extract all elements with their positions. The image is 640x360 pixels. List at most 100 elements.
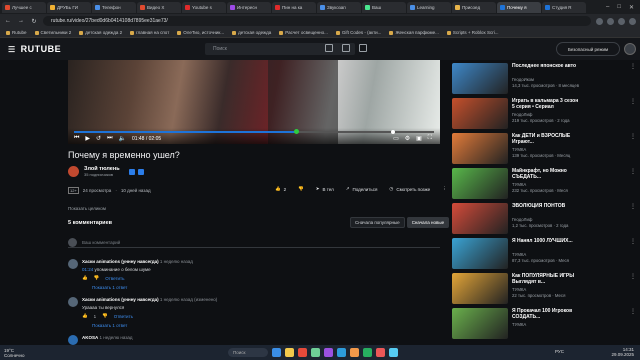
bookmark-item[interactable]: детская одежда 2: [79, 30, 122, 35]
taskbar-app-icon[interactable]: [337, 348, 346, 357]
recommendation-title[interactable]: ЭВОЛЮЦИЯ ПОНТОВ: [512, 203, 582, 209]
maximize-icon[interactable]: □: [617, 4, 621, 11]
taskbar-search[interactable]: Поиск: [228, 348, 268, 357]
browser-tab[interactable]: Видео Х: [137, 1, 181, 13]
subtitles-icon[interactable]: ▭: [393, 135, 399, 142]
volume-icon[interactable]: 🔈: [118, 135, 125, 142]
more-icon[interactable]: ⋮: [630, 63, 636, 70]
url-field[interactable]: rutube.ru/video/27bed0d6b0414108d7895ee3…: [43, 16, 591, 26]
more-icon[interactable]: ⋮: [630, 133, 636, 140]
comment-avatar[interactable]: [68, 297, 78, 307]
like-button[interactable]: 👍 2: [275, 186, 286, 192]
share-button[interactable]: ↗ Поделиться: [346, 186, 378, 192]
bell-icon[interactable]: [137, 168, 144, 175]
browser-tab[interactable]: Присоед: [452, 1, 496, 13]
recommendation-channel[interactable]: ТУМКА: [512, 287, 526, 292]
channel-avatar[interactable]: [68, 166, 79, 177]
recommendation-thumbnail[interactable]: [452, 308, 508, 339]
comment-author[interactable]: AKOSA: [82, 335, 98, 340]
reply-button[interactable]: Ответить: [105, 276, 124, 281]
recommendation-thumbnail[interactable]: [452, 63, 508, 94]
language-indicator[interactable]: РУС: [555, 349, 564, 354]
menu-icon[interactable]: ☰: [8, 45, 16, 54]
browser-tab[interactable]: Интересн: [227, 1, 271, 13]
reply-button[interactable]: Ответить: [114, 314, 133, 319]
rewind-icon[interactable]: ↺: [96, 135, 101, 142]
browser-tab[interactable]: Learning: [407, 1, 451, 13]
clock[interactable]: 14:31 29.09.2025: [611, 347, 634, 357]
recommendation-channel[interactable]: ТУМКА: [512, 147, 526, 152]
recommendation-title[interactable]: Как ПОПУЛЯРНЫЕ ИГРЫ Выглядят в...: [512, 273, 582, 285]
more-icon[interactable]: ⋮: [630, 308, 636, 315]
avatar[interactable]: [624, 43, 636, 55]
recommendation-title[interactable]: Как ДЕТИ и ВЗРОСЛЫЕ Играют...: [512, 133, 582, 145]
comment-timestamp-link[interactable]: 01:24: [82, 267, 93, 272]
browser-tab[interactable]: Пин на ка: [272, 1, 316, 13]
comment-author[interactable]: Хаски animations (уннну навсегда): [82, 297, 159, 302]
recommendation-thumbnail[interactable]: [452, 168, 508, 199]
weather-widget[interactable]: 19°C Солнечно: [4, 348, 24, 358]
bookmark-item[interactable]: Женская парфюме...: [389, 30, 439, 35]
browser-tab[interactable]: Студия R: [542, 1, 586, 13]
recommendation-item[interactable]: Как ДЕТИ и ВЗРОСЛЫЕ Играют... ТУМКА 139 ты…: [452, 133, 640, 167]
show-description-link[interactable]: Показать целиком: [68, 206, 106, 211]
browser-tab[interactable]: Ваш: [362, 1, 406, 13]
browser-tab[interactable]: Звукозап: [317, 1, 361, 13]
taskbar-app-icon[interactable]: [298, 348, 307, 357]
more-icon[interactable]: ⋮: [630, 168, 636, 175]
browser-tab[interactable]: Youtube s: [182, 1, 226, 13]
taskbar-app-icon[interactable]: [311, 348, 320, 357]
recommendation-title[interactable]: Я Нанял 1000 ЛУЧШИХ...: [512, 238, 582, 244]
menu-icon[interactable]: [629, 17, 636, 25]
show-replies-link[interactable]: Показать 1 ответ: [92, 323, 127, 328]
recommendation-channel[interactable]: ГеодоЛиф: [512, 112, 532, 117]
recommendation-thumbnail[interactable]: [452, 133, 508, 164]
browser-tab[interactable]: Телефон: [92, 1, 136, 13]
recommendation-channel[interactable]: ГеодоИком: [512, 77, 534, 82]
more-icon[interactable]: ⋮: [630, 238, 636, 245]
dislike-icon[interactable]: 👎: [94, 275, 100, 281]
bookmark-item[interactable]: Расчет освещенно...: [279, 30, 328, 35]
comment-avatar[interactable]: [68, 335, 78, 345]
like-icon[interactable]: 👍: [82, 275, 88, 281]
taskbar-app-icon[interactable]: [324, 348, 333, 357]
recommendation-item[interactable]: Майнкрафт, но Можно СЪЕДАТЬ... ТУМКА 232 т…: [452, 168, 640, 202]
recommendation-thumbnail[interactable]: [452, 203, 508, 234]
comment-avatar[interactable]: [68, 259, 78, 269]
browser-tab[interactable]: Лучшее с: [2, 1, 46, 13]
more-button[interactable]: ⋮: [442, 186, 447, 192]
recommendation-title[interactable]: Играть в кальмара 3 сезон 5 серия • Сери…: [512, 98, 582, 110]
bookmark-item[interactable]: Gift Codes - (акти...: [335, 30, 381, 35]
recommendation-channel[interactable]: ТУМКА: [512, 322, 526, 327]
apps-icon[interactable]: [342, 44, 350, 52]
recommendation-thumbnail[interactable]: [452, 98, 508, 129]
recommendation-item[interactable]: ЭВОЛЮЦИЯ ПОНТОВ ГеодоЛиф 1,2 тыс. просмотр…: [452, 203, 640, 237]
skip-back-icon[interactable]: ⏮: [74, 135, 79, 142]
watch-later-button[interactable]: ◷ Смотреть позже: [389, 186, 430, 192]
settings-icon[interactable]: ⚙: [405, 135, 410, 142]
browser-tab[interactable]: ДРУБь ГИ: [47, 1, 91, 13]
play-icon[interactable]: ▶: [85, 135, 90, 142]
skip-next-icon[interactable]: ⏭: [107, 135, 112, 142]
miniplayer-icon[interactable]: ▣: [416, 135, 422, 142]
progress-bar[interactable]: [74, 129, 434, 134]
recommendation-thumbnail[interactable]: [452, 238, 508, 269]
profile-icon[interactable]: [618, 17, 625, 25]
bookmark-item[interactable]: Scripts + Roblox Scri...: [446, 30, 499, 35]
recommendation-item[interactable]: Я Нанял 1000 ЛУЧШИХ... ТУМКА 87,3 тыс. про…: [452, 238, 640, 272]
bookmark-item[interactable]: главная на спот: [130, 30, 169, 35]
recommendation-title[interactable]: Последнее японское авто: [512, 63, 582, 69]
taskbar-app-icon[interactable]: [363, 348, 372, 357]
comment-author[interactable]: Хаски animations (уннну навсегда): [82, 259, 159, 264]
recommendation-channel[interactable]: ГеодоЛиф: [512, 217, 532, 222]
extension-icon[interactable]: [607, 17, 614, 25]
browser-tab[interactable]: Почему я: [497, 1, 541, 13]
progress-knob[interactable]: [293, 129, 299, 134]
logo[interactable]: ☰ RUTUBE: [8, 44, 61, 54]
recommendation-title[interactable]: Я Прокачал 100 Игроков СОЗДАТЬ...: [512, 308, 582, 320]
bookmark-item[interactable]: ОлеТио, источник...: [177, 30, 224, 35]
telegram-button[interactable]: ➤ В тел: [316, 186, 334, 192]
taskbar-app-icon[interactable]: [350, 348, 359, 357]
forward-icon[interactable]: →: [17, 18, 25, 24]
upload-icon[interactable]: [325, 44, 333, 52]
